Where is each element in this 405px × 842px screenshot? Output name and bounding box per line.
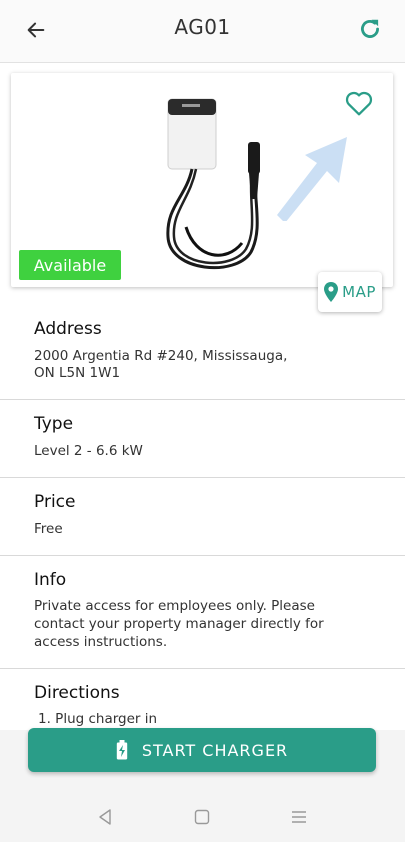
refresh-button[interactable]	[355, 14, 385, 44]
content-scroll[interactable]: Available Address 2000 Argentia Rd #240,…	[0, 63, 405, 730]
address-line-2: ON L5N 1W1	[34, 365, 121, 381]
type-value: Level 2 - 6.6 kW	[34, 443, 143, 459]
price-section: Price Free	[0, 478, 405, 556]
info-line-3: access instructions.	[34, 634, 168, 650]
charger-image-card: Available	[11, 73, 393, 287]
type-title: Type	[34, 414, 74, 434]
type-section: Type Level 2 - 6.6 kW	[0, 400, 405, 478]
directions-section: Directions 1. Plug charger in	[0, 669, 405, 730]
start-charger-label: START CHARGER	[141, 740, 289, 760]
map-pin-icon	[324, 282, 339, 302]
map-button-label: MAP	[342, 283, 376, 301]
directions-step-1: 1. Plug charger in	[38, 711, 158, 727]
battery-charging-icon	[116, 740, 128, 760]
directions-title: Directions	[34, 683, 120, 703]
favorite-button[interactable]	[343, 87, 375, 119]
price-title: Price	[34, 492, 76, 512]
nav-menu-icon[interactable]	[290, 808, 308, 826]
heart-icon	[345, 91, 373, 116]
start-charger-button[interactable]: START CHARGER	[28, 728, 376, 772]
refresh-icon	[361, 19, 379, 38]
hint-arrow-icon	[277, 137, 347, 221]
info-line-2: contact your property manager directly f…	[34, 616, 324, 632]
app-header: AG01	[0, 0, 405, 63]
address-title: Address	[34, 319, 102, 339]
status-badge: Available	[19, 250, 121, 280]
page-title: AG01	[174, 15, 231, 39]
address-line-1: 2000 Argentia Rd #240, Mississauga,	[34, 348, 288, 364]
system-nav-bar	[0, 788, 405, 842]
price-value: Free	[34, 521, 63, 537]
nav-back-icon[interactable]	[96, 808, 114, 826]
info-line-1: Private access for employees only. Pleas…	[34, 598, 315, 614]
nav-home-icon[interactable]	[193, 808, 211, 826]
address-section: Address 2000 Argentia Rd #240, Mississau…	[0, 303, 405, 400]
map-button[interactable]: MAP	[318, 272, 382, 312]
info-title: Info	[34, 570, 67, 590]
info-section: Info Private access for employees only. …	[0, 556, 405, 669]
